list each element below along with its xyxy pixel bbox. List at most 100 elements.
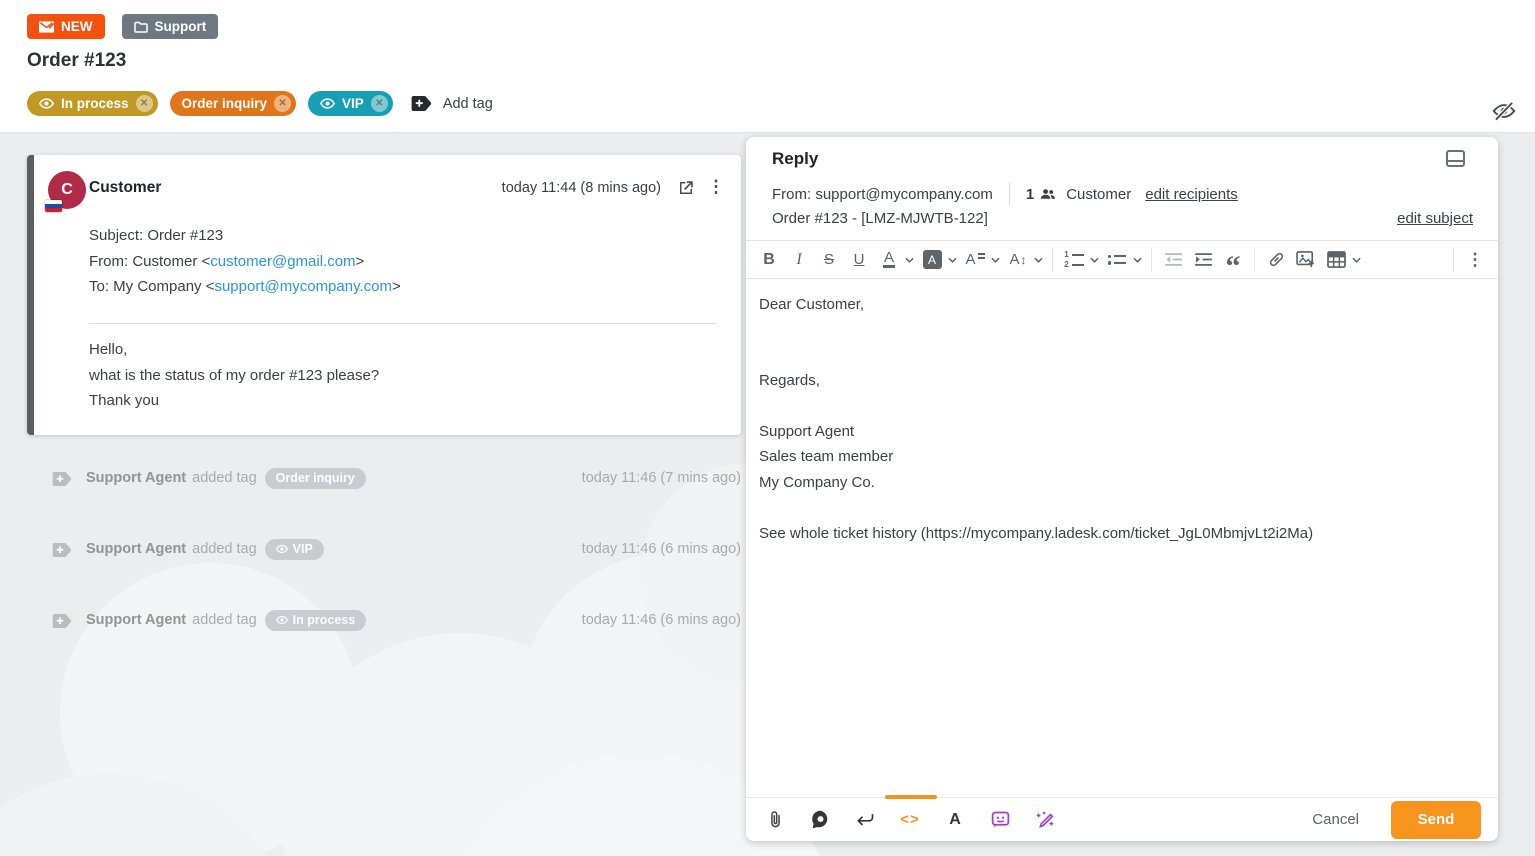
status-badge-new: NEW bbox=[27, 14, 105, 39]
add-tag-button[interactable]: Add tag bbox=[411, 95, 493, 112]
outdent-button[interactable] bbox=[1160, 246, 1186, 274]
tag-label: VIP bbox=[342, 96, 364, 111]
toolbar-separator bbox=[1151, 248, 1152, 272]
status-badge-label: NEW bbox=[61, 19, 93, 34]
indent-button[interactable] bbox=[1190, 246, 1216, 274]
chevron-down-icon[interactable] bbox=[905, 257, 914, 263]
font-size-button[interactable]: A↕ bbox=[1005, 246, 1031, 274]
background-color-button[interactable]: A bbox=[919, 246, 945, 274]
recipient-name: Customer bbox=[1066, 186, 1131, 203]
remove-tag-icon[interactable]: ✕ bbox=[136, 95, 153, 112]
tag-vip[interactable]: VIP ✕ bbox=[308, 91, 393, 116]
toolbar-separator bbox=[1254, 248, 1255, 272]
department-label: Support bbox=[155, 19, 207, 34]
chatbot-button[interactable] bbox=[988, 808, 1012, 832]
message-body: Hello, what is the status of my order #1… bbox=[89, 337, 379, 414]
underline-button[interactable]: U bbox=[846, 246, 872, 274]
recipients-icon bbox=[1040, 188, 1056, 200]
insert-table-button[interactable] bbox=[1323, 246, 1349, 274]
ticket-main-area: C Customer today 11:44 (8 mins ago) ⋮ Su… bbox=[0, 133, 1535, 856]
department-button[interactable]: Support bbox=[122, 14, 219, 39]
font-family-button[interactable]: A bbox=[962, 246, 988, 274]
add-tag-label: Add tag bbox=[443, 96, 493, 112]
ai-assistant-button[interactable] bbox=[1033, 808, 1057, 832]
timeline-agent: Support Agent bbox=[86, 470, 186, 486]
timeline-tag-pill: In process bbox=[265, 610, 367, 631]
cancel-button[interactable]: Cancel bbox=[1298, 803, 1373, 836]
send-button[interactable]: Send bbox=[1391, 801, 1481, 839]
recipients-count: 1 bbox=[1026, 186, 1034, 203]
bold-button[interactable]: B bbox=[756, 246, 782, 274]
insert-link-button[interactable] bbox=[1263, 246, 1289, 274]
toolbar-separator bbox=[1453, 248, 1454, 272]
reply-mode-button[interactable] bbox=[853, 808, 877, 832]
font-color-button[interactable]: A bbox=[876, 246, 902, 274]
open-in-new-icon[interactable] bbox=[677, 179, 695, 197]
tag-added-icon bbox=[52, 471, 73, 486]
remove-tag-icon[interactable]: ✕ bbox=[274, 95, 291, 112]
reply-from-label: From: bbox=[772, 186, 811, 203]
chevron-down-icon[interactable] bbox=[991, 257, 1000, 263]
eye-icon bbox=[276, 543, 288, 555]
country-flag-slovakia bbox=[45, 200, 62, 212]
timeline-action: added tag bbox=[192, 612, 257, 628]
timeline-time: today 11:46 (6 mins ago) bbox=[582, 612, 741, 628]
timeline-time: today 11:46 (7 mins ago) bbox=[582, 470, 741, 486]
plain-text-button[interactable]: A bbox=[943, 808, 967, 832]
bullet-list-button[interactable] bbox=[1104, 246, 1130, 274]
numbered-list-button[interactable]: 12 bbox=[1061, 246, 1087, 274]
ticket-header: NEW Support Order #123 In process ✕ Orde… bbox=[0, 0, 1535, 133]
folder-icon bbox=[134, 21, 148, 33]
attachment-button[interactable] bbox=[763, 808, 787, 832]
message-headers: Subject: Order #123 From: Customer <cust… bbox=[89, 223, 401, 300]
message-author: Customer bbox=[89, 179, 161, 197]
tag-in-process[interactable]: In process ✕ bbox=[27, 91, 158, 116]
message-menu-icon[interactable]: ⋮ bbox=[707, 177, 725, 197]
unwatch-ticket-button[interactable] bbox=[1491, 98, 1517, 124]
source-code-button[interactable]: <> bbox=[898, 808, 922, 832]
blockquote-button[interactable]: “ bbox=[1220, 246, 1246, 274]
eye-icon bbox=[320, 96, 335, 111]
tag-added-icon bbox=[52, 542, 73, 557]
edit-recipients-link[interactable]: edit recipients bbox=[1145, 186, 1238, 203]
reply-title: Reply bbox=[772, 149, 818, 169]
chevron-down-icon[interactable] bbox=[948, 257, 957, 263]
insert-image-button[interactable] bbox=[1293, 246, 1319, 274]
reply-footer: <> A Cancel Send bbox=[746, 797, 1498, 841]
reply-panel: Reply From: support@mycompany.com 1 Cust… bbox=[746, 137, 1498, 841]
timeline-tag-pill: Order inquiry bbox=[265, 468, 366, 489]
canned-message-button[interactable] bbox=[808, 808, 832, 832]
collapse-panel-icon[interactable] bbox=[1446, 150, 1465, 167]
chevron-down-icon[interactable] bbox=[1034, 257, 1043, 263]
tag-label: In process bbox=[61, 96, 129, 111]
italic-button[interactable]: I bbox=[786, 246, 812, 274]
toolbar-separator bbox=[1052, 248, 1053, 272]
message-subject-line: Subject: Order #123 bbox=[89, 223, 401, 249]
reply-from-row: From: support@mycompany.com 1 Customer e… bbox=[772, 183, 1238, 205]
timeline-action: added tag bbox=[192, 541, 257, 557]
from-email-link[interactable]: customer@gmail.com bbox=[210, 253, 355, 270]
timeline-row: Support Agent added tag Order inquiry to… bbox=[27, 465, 741, 491]
badge-row: NEW Support bbox=[27, 14, 218, 39]
tag-added-icon bbox=[52, 613, 73, 628]
remove-tag-icon[interactable]: ✕ bbox=[371, 95, 388, 112]
eye-icon bbox=[39, 96, 54, 111]
reply-editor[interactable]: Dear Customer, Regards, Support Agent Sa… bbox=[759, 292, 1478, 546]
chevron-down-icon[interactable] bbox=[1352, 257, 1361, 263]
tag-order-inquiry[interactable]: Order inquiry ✕ bbox=[170, 91, 297, 116]
timeline-time: today 11:46 (6 mins ago) bbox=[582, 541, 741, 557]
timeline-tag-pill: VIP bbox=[265, 539, 324, 560]
timeline-row: Support Agent added tag VIP today 11:46 … bbox=[27, 536, 741, 562]
chevron-down-icon[interactable] bbox=[1090, 257, 1099, 263]
reply-from-email[interactable]: support@mycompany.com bbox=[815, 186, 993, 203]
lines-icon bbox=[978, 253, 985, 258]
tag-label: Order inquiry bbox=[182, 96, 268, 111]
toolbar-more-icon[interactable]: ⋮ bbox=[1462, 246, 1488, 274]
add-tag-icon bbox=[411, 95, 433, 112]
to-email-link[interactable]: support@mycompany.com bbox=[214, 278, 392, 295]
divider bbox=[1009, 183, 1010, 205]
message-from-line: From: Customer <customer@gmail.com> bbox=[89, 249, 401, 275]
strikethrough-button[interactable]: S bbox=[816, 246, 842, 274]
chevron-down-icon[interactable] bbox=[1133, 257, 1142, 263]
edit-subject-link[interactable]: edit subject bbox=[1397, 210, 1473, 227]
